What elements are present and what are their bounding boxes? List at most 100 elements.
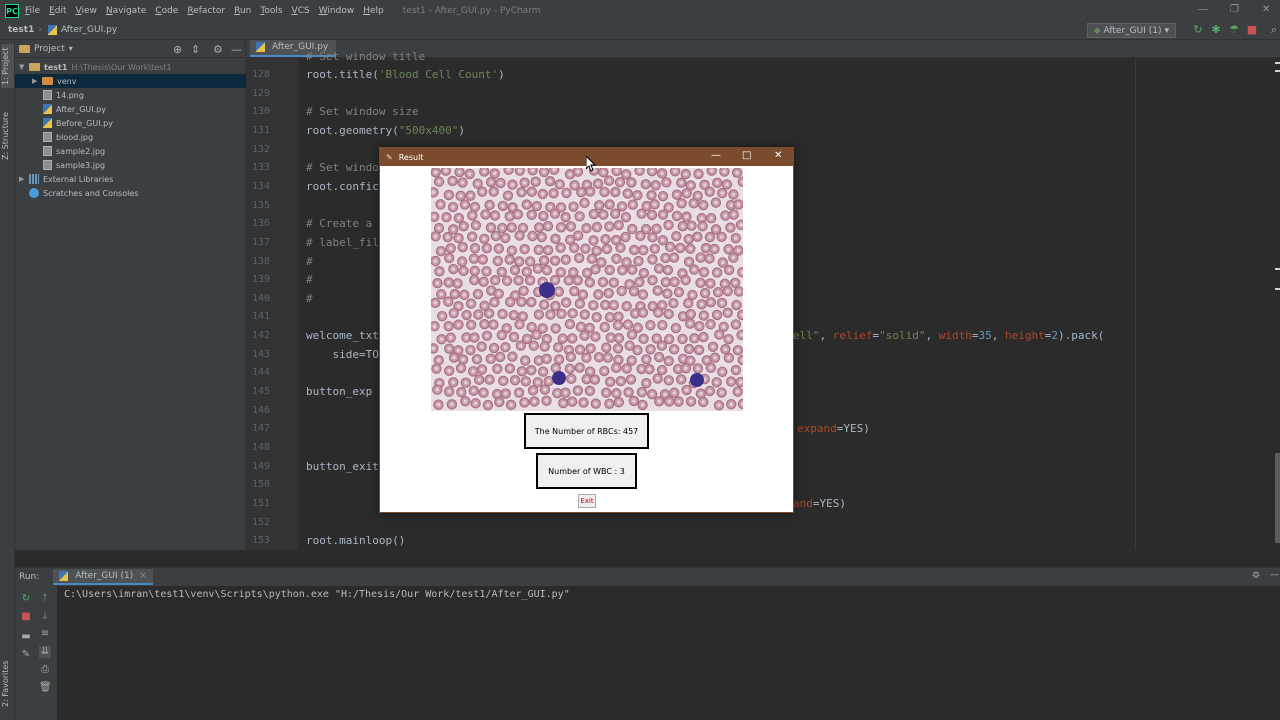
red-blood-cell-center bbox=[603, 303, 608, 307]
red-blood-cell-center bbox=[638, 234, 643, 238]
red-blood-cell-center bbox=[473, 205, 477, 209]
breadcrumb-project[interactable]: test1 bbox=[8, 25, 34, 35]
rerun-icon[interactable]: ↻ bbox=[20, 593, 32, 605]
red-blood-cell-center bbox=[725, 182, 729, 187]
print-icon[interactable]: ⎙ bbox=[39, 664, 51, 676]
editor-scrollbar[interactable] bbox=[1274, 58, 1280, 550]
red-blood-cell-center bbox=[461, 269, 466, 273]
close-tab-icon[interactable]: × bbox=[139, 571, 147, 581]
menu-refactor[interactable]: Refactor bbox=[187, 6, 225, 16]
rbc-count-label: The Number of RBCs: 457 bbox=[524, 413, 649, 449]
run-configuration-selector[interactable]: ◆ After_GUI (1) ▾ bbox=[1086, 23, 1176, 38]
tree-item-scratches[interactable]: Scratches and Consoles bbox=[29, 186, 138, 200]
expand-arrow-icon[interactable]: ▼ bbox=[19, 63, 29, 71]
breadcrumb-file[interactable]: After_GUI.py bbox=[61, 25, 117, 35]
debug-icon[interactable]: ✱ bbox=[1210, 24, 1222, 36]
red-blood-cell-center bbox=[495, 367, 500, 371]
hide-panel-icon[interactable]: — bbox=[231, 43, 242, 56]
tree-item-file[interactable]: Before_GUI.py bbox=[43, 116, 113, 130]
chevron-down-icon[interactable]: ▾ bbox=[69, 44, 73, 53]
soft-wrap-icon[interactable]: ≡ bbox=[39, 628, 51, 640]
tree-item-file[interactable]: sample2.jpg bbox=[43, 144, 105, 158]
minimize-icon[interactable]: — bbox=[711, 150, 721, 161]
red-blood-cell-center bbox=[453, 292, 457, 296]
line-number: 134 bbox=[251, 180, 270, 192]
red-blood-cell-center bbox=[666, 223, 671, 227]
exit-button[interactable]: Exit bbox=[578, 494, 596, 508]
run-tab[interactable]: After_GUI (1) × bbox=[53, 569, 153, 585]
red-blood-cell-center bbox=[688, 321, 692, 326]
layout-icon[interactable]: ▬ bbox=[20, 631, 32, 643]
red-blood-cell-center bbox=[737, 289, 741, 294]
red-blood-cell-center bbox=[512, 335, 516, 339]
tree-item-venv[interactable]: ▶ venv bbox=[15, 74, 246, 88]
tree-item-file[interactable]: 14.png bbox=[43, 88, 84, 102]
red-blood-cell-center bbox=[603, 237, 608, 242]
menu-file[interactable]: File bbox=[25, 6, 40, 16]
red-blood-cell-center bbox=[702, 183, 707, 187]
project-tool-tab[interactable]: 1: Project bbox=[1, 44, 14, 88]
red-blood-cell-center bbox=[506, 193, 510, 198]
tree-item-external-libraries[interactable]: ▶ External Libraries bbox=[19, 172, 113, 186]
red-blood-cell-center bbox=[655, 376, 660, 381]
scroll-up-icon[interactable]: ↑ bbox=[39, 593, 51, 605]
menu-tools[interactable]: Tools bbox=[260, 6, 282, 16]
menu-vcs[interactable]: VCS bbox=[292, 6, 310, 16]
close-icon[interactable]: ✕ bbox=[1262, 4, 1270, 15]
expand-arrow-icon[interactable]: ▶ bbox=[32, 77, 42, 85]
red-blood-cell-center bbox=[633, 311, 637, 316]
stop-icon[interactable]: ■ bbox=[1246, 24, 1258, 36]
menu-code[interactable]: Code bbox=[155, 6, 178, 16]
hide-panel-icon[interactable]: — bbox=[1270, 570, 1279, 580]
red-blood-cell-center bbox=[541, 214, 546, 218]
tree-item-file[interactable]: After_GUI.py bbox=[43, 102, 106, 116]
favorites-tool-tab[interactable]: 2: Favorites bbox=[1, 656, 14, 712]
menu-help[interactable]: Help bbox=[363, 6, 384, 16]
maximize-icon[interactable]: □ bbox=[742, 150, 751, 161]
red-blood-cell-center bbox=[593, 377, 597, 382]
menu-window[interactable]: Window bbox=[319, 6, 355, 16]
coverage-icon[interactable]: ☂ bbox=[1228, 24, 1240, 36]
red-blood-cell-center bbox=[481, 279, 486, 284]
collapse-all-icon[interactable]: ⇕ bbox=[191, 43, 200, 56]
red-blood-cell-center bbox=[468, 193, 473, 198]
close-icon[interactable]: ✕ bbox=[774, 150, 782, 161]
red-blood-cell-center bbox=[727, 268, 731, 272]
project-panel-title[interactable]: Project bbox=[34, 44, 65, 54]
minimize-icon[interactable]: — bbox=[1198, 4, 1208, 15]
red-blood-cell-center bbox=[699, 302, 704, 307]
rerun-icon[interactable]: ↻ bbox=[1192, 24, 1204, 36]
menu-edit[interactable]: Edit bbox=[49, 6, 66, 16]
menu-run[interactable]: Run bbox=[234, 6, 251, 16]
red-blood-cell-center bbox=[643, 182, 648, 186]
expand-arrow-icon[interactable]: ▶ bbox=[19, 175, 29, 183]
red-blood-cell-center bbox=[607, 224, 612, 229]
locate-icon[interactable]: ⊕ bbox=[173, 43, 182, 56]
red-blood-cell-center bbox=[680, 337, 685, 341]
restore-icon[interactable]: ❐ bbox=[1230, 4, 1239, 15]
red-blood-cell-center bbox=[495, 392, 500, 396]
red-blood-cell-center bbox=[572, 245, 577, 250]
gear-icon[interactable]: ⚙ bbox=[213, 43, 223, 56]
gear-icon[interactable]: ⚙ bbox=[1252, 571, 1260, 581]
scroll-down-icon[interactable]: ↓ bbox=[39, 611, 51, 623]
trash-icon[interactable]: 🗑 bbox=[39, 682, 52, 694]
tree-item-file[interactable]: sample3.jpg bbox=[43, 158, 105, 172]
red-blood-cell-center bbox=[481, 390, 486, 395]
stop-icon[interactable]: ■ bbox=[20, 611, 32, 623]
red-blood-cell-center bbox=[632, 289, 636, 294]
tree-root-test1[interactable]: ▼ test1 H:\Thesis\Our Work\test1 bbox=[19, 60, 172, 74]
menu-navigate[interactable]: Navigate bbox=[106, 6, 146, 16]
red-blood-cell-center bbox=[460, 180, 465, 185]
menu-view[interactable]: View bbox=[76, 6, 97, 16]
search-icon[interactable]: ⌕ bbox=[1268, 24, 1280, 36]
red-blood-cell-center bbox=[510, 182, 515, 187]
red-blood-cell-center bbox=[683, 172, 688, 176]
scroll-to-end-icon[interactable]: ⇊ bbox=[39, 646, 51, 658]
console-output[interactable]: C:\Users\imran\test1\venv\Scripts\python… bbox=[64, 589, 570, 600]
red-blood-cell-center bbox=[683, 278, 688, 282]
red-blood-cell-center bbox=[616, 314, 621, 319]
structure-tool-tab[interactable]: Z: Structure bbox=[1, 106, 14, 166]
pin-icon[interactable]: ✎ bbox=[20, 649, 32, 661]
tree-item-file[interactable]: blood.jpg bbox=[43, 130, 93, 144]
